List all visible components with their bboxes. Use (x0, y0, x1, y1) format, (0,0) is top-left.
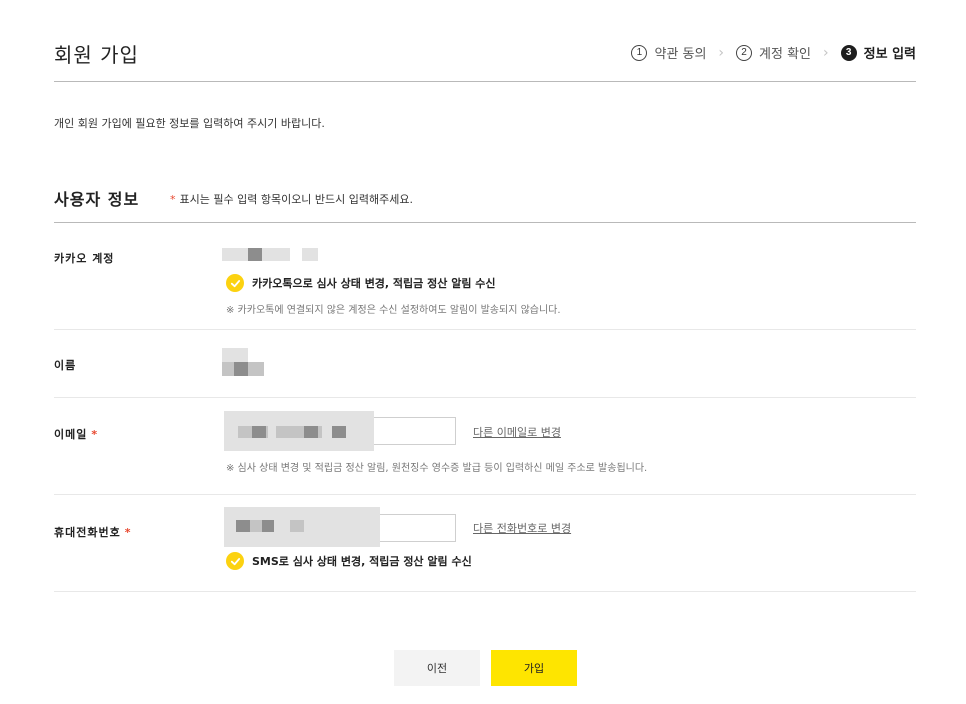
email-row: 이메일 * 다른 이메일로 변경 ※ 심사 상태 변경 및 적립금 정산 알림, … (54, 398, 916, 495)
email-note: ※ 심사 상태 변경 및 적립금 정산 알림, 원천징수 영수증 발급 등이 입… (226, 463, 648, 474)
email-label: 이메일 * (54, 426, 98, 442)
step-1-number: 1 (631, 44, 648, 61)
step-3-label: 정보 입력 (863, 47, 916, 62)
required-note: * 표시는 필수 입력 항목이오니 반드시 입력해주세요. (170, 191, 413, 207)
required-mark: * (170, 193, 176, 206)
join-button[interactable]: 가입 (491, 650, 577, 686)
sms-notify-checkbox[interactable]: SMS로 심사 상태 변경, 적립금 정산 알림 수신 (226, 552, 472, 570)
prev-button[interactable]: 이전 (394, 650, 480, 686)
kakao-notify-checkbox[interactable]: 카카오톡으로 심사 상태 변경, 적립금 정산 알림 수신 (226, 274, 496, 292)
phone-required-mark: * (124, 526, 132, 539)
name-row: 이름 (54, 330, 916, 398)
chevron-right-icon: › (823, 44, 829, 61)
step-1: 1 약관 동의 (631, 43, 706, 62)
check-icon (226, 552, 244, 570)
name-label: 이름 (54, 359, 77, 372)
kakao-notify-note: ※ 카카오톡에 연결되지 않은 계정은 수신 설정하여도 알림이 발송되지 않습… (226, 305, 561, 316)
phone-label-text: 휴대전화번호 (54, 526, 121, 539)
change-phone-link[interactable]: 다른 전화번호로 변경 (473, 520, 571, 536)
step-2-number: 2 (736, 44, 753, 61)
page-title: 회원 가입 (54, 43, 139, 67)
phone-label: 휴대전화번호 * (54, 524, 132, 540)
step-3-number: 3 (840, 44, 857, 61)
check-icon (226, 274, 244, 292)
sms-notify-label: SMS로 심사 상태 변경, 적립금 정산 알림 수신 (252, 555, 472, 568)
chevron-right-icon: › (718, 44, 725, 61)
step-2-label: 계정 확인 (759, 47, 812, 62)
change-email-link[interactable]: 다른 이메일로 변경 (473, 424, 561, 440)
intro-text: 개인 회원 가입에 필요한 정보를 입력하여 주시기 바랍니다. (54, 117, 325, 130)
kakao-notify-label: 카카오톡으로 심사 상태 변경, 적립금 정산 알림 수신 (252, 277, 496, 290)
section-title: 사용자 정보 (54, 190, 140, 209)
page-header: 회원 가입 1 약관 동의 › 2 계정 확인 › 3 정보 입력 (54, 36, 916, 82)
step-indicator: 1 약관 동의 › 2 계정 확인 › 3 정보 입력 (631, 43, 916, 62)
step-3: 3 정보 입력 (840, 43, 916, 62)
required-note-text: 표시는 필수 입력 항목이오니 반드시 입력해주세요. (179, 193, 414, 206)
phone-row: 휴대전화번호 * 다른 전화번호로 변경 SMS로 심사 상태 변경, 적립금 정… (54, 495, 916, 592)
email-required-mark: * (91, 428, 99, 441)
kakao-account-label: 카카오 계정 (54, 252, 115, 265)
kakao-account-row: 카카오 계정 카카오톡으로 심사 상태 변경, 적립금 정산 알림 수신 ※ 카… (54, 223, 916, 330)
step-2: 2 계정 확인 (736, 43, 811, 62)
email-label-text: 이메일 (54, 428, 88, 441)
step-1-label: 약관 동의 (654, 47, 707, 62)
section-header: 사용자 정보 * 표시는 필수 입력 항목이오니 반드시 입력해주세요. (54, 186, 916, 223)
